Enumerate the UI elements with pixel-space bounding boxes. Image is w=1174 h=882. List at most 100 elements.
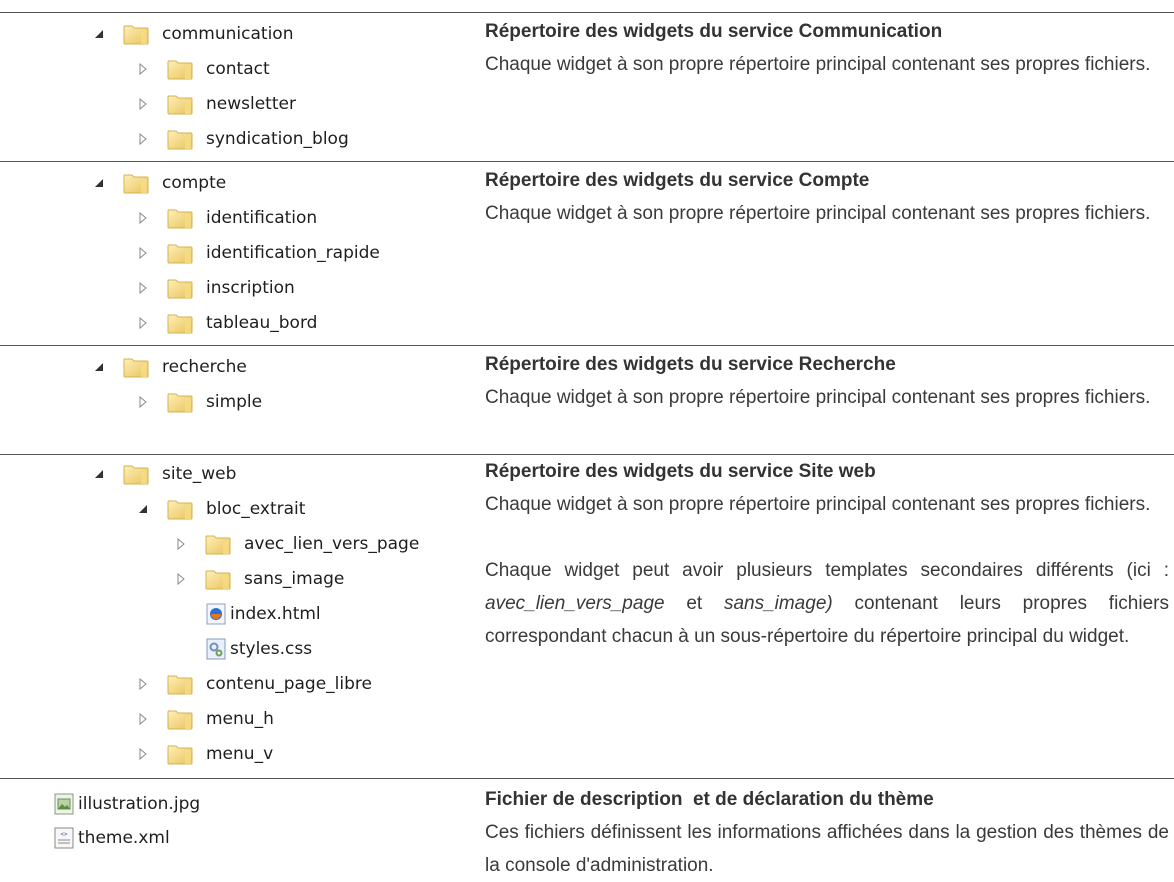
folder-icon [122,356,150,378]
section-title: Fichier de description et de déclaration… [485,789,934,810]
collapsed-triangle-icon[interactable] [136,246,150,260]
tree-node-identification[interactable]: identification [136,203,317,233]
section-title: Répertoire des widgets du service Commun… [485,21,943,42]
tree-node-sans-image[interactable]: sans_image [174,564,344,594]
tree-node-label: illustration.jpg [78,794,201,814]
tree-file-styles-css[interactable]: styles.css [206,634,312,664]
collapsed-triangle-icon[interactable] [174,572,188,586]
expanded-triangle-icon[interactable] [92,176,106,190]
tree-node-simple[interactable]: simple [136,387,262,417]
section-body: Chaque widget à son propre répertoire pr… [485,494,1151,515]
tree-recherche: recherche simple [0,346,470,454]
tree-node-contact[interactable]: contact [136,54,270,84]
html-file-icon [206,603,226,625]
section-title: Répertoire des widgets du service Site w… [485,461,876,482]
expanded-triangle-icon[interactable] [136,502,150,516]
tree-node-label: newsletter [206,94,296,114]
collapsed-triangle-icon[interactable] [136,677,150,691]
collapsed-triangle-icon[interactable] [136,747,150,761]
section-site-web: site_web bloc_extrait avec_lien_vers_pag… [0,454,1174,778]
tree-node-compte[interactable]: compte [92,168,226,198]
tree-node-label: compte [162,173,227,193]
tree-site-web: site_web bloc_extrait avec_lien_vers_pag… [0,455,470,778]
collapsed-triangle-icon[interactable] [136,712,150,726]
tree-node-communication[interactable]: communication [92,19,293,49]
expanded-triangle-icon[interactable] [92,27,106,41]
section-title: Répertoire des widgets du service Recher… [485,354,896,375]
tree-node-site-web[interactable]: site_web [92,459,236,489]
tree-node-menu-v[interactable]: menu_v [136,739,273,769]
tree-node-label: sans_image [244,569,345,589]
folder-icon [166,93,194,115]
expanded-triangle-icon[interactable] [92,360,106,374]
tree-node-bloc-extrait[interactable]: bloc_extrait [136,494,305,524]
collapsed-triangle-icon[interactable] [136,281,150,295]
folder-icon [122,172,150,194]
tree-theme-files: illustration.jpg <> theme.xml [0,779,470,881]
tree-node-label: index.html [230,604,321,624]
tree-file-illustration-jpg[interactable]: illustration.jpg [54,789,200,819]
tree-node-label: communication [162,24,294,44]
folder-icon [166,391,194,413]
description-communication: Répertoire des widgets du service Commun… [485,15,1169,81]
tree-node-inscription[interactable]: inscription [136,273,295,303]
tree-communication: communication contact newsletter syndica… [0,13,470,161]
collapsed-triangle-icon[interactable] [136,62,150,76]
folder-icon [122,463,150,485]
tree-node-label: simple [206,392,263,412]
section-theme-files: illustration.jpg <> theme.xml Fichier de… [0,778,1174,881]
collapsed-triangle-icon[interactable] [136,132,150,146]
css-file-icon [206,638,226,660]
expanded-triangle-icon[interactable] [92,467,106,481]
tree-node-label: avec_lien_vers_page [244,534,420,554]
folder-icon [166,708,194,730]
folder-icon [166,743,194,765]
folder-icon [122,23,150,45]
description-theme-files: Fichier de description et de déclaration… [485,783,1169,882]
svg-text:<>: <> [60,831,68,838]
tree-node-syndication-blog[interactable]: syndication_blog [136,124,349,154]
section-title: Répertoire des widgets du service Compte [485,170,870,191]
collapsed-triangle-icon[interactable] [136,395,150,409]
tree-node-tableau-bord[interactable]: tableau_bord [136,308,317,338]
folder-icon [166,277,194,299]
tree-node-label: styles.css [230,639,313,659]
image-file-icon [54,793,74,815]
section-recherche: recherche simple Répertoire des widgets … [0,345,1174,454]
tree-node-label: identification [206,208,318,228]
tree-node-label: menu_v [206,744,274,764]
collapsed-triangle-icon[interactable] [136,316,150,330]
tree-node-label: tableau_bord [206,313,318,333]
tree-node-label: contenu_page_libre [206,674,372,694]
section-body-templates: Chaque widget peut avoir plusieurs templ… [485,554,1169,653]
description-site-web: Répertoire des widgets du service Site w… [485,455,1169,653]
folder-icon [166,673,194,695]
collapsed-triangle-icon[interactable] [136,211,150,225]
tree-node-recherche[interactable]: recherche [92,352,247,382]
tree-node-label: theme.xml [78,828,170,848]
template-name-1: avec_lien_vers_page [485,593,665,614]
tree-file-index-html[interactable]: index.html [206,599,321,629]
tree-node-contenu-page-libre[interactable]: contenu_page_libre [136,669,372,699]
tree-node-avec-lien-vers-page[interactable]: avec_lien_vers_page [174,529,419,559]
tree-node-newsletter[interactable]: newsletter [136,89,296,119]
description-compte: Répertoire des widgets du service Compte… [485,164,1169,230]
collapsed-triangle-icon[interactable] [136,97,150,111]
folder-icon [166,498,194,520]
folder-icon [166,312,194,334]
tree-node-label: syndication_blog [206,129,349,149]
collapsed-triangle-icon[interactable] [174,537,188,551]
folder-icon [166,207,194,229]
description-recherche: Répertoire des widgets du service Recher… [485,348,1169,414]
tree-node-label: site_web [162,464,237,484]
tree-node-menu-h[interactable]: menu_h [136,704,274,734]
tree-node-label: contact [206,59,270,79]
xml-file-icon: <> [54,827,74,849]
section-body: Chaque widget à son propre répertoire pr… [485,387,1151,408]
tree-file-theme-xml[interactable]: <> theme.xml [54,823,170,853]
folder-icon [204,568,232,590]
section-body: Chaque widget à son propre répertoire pr… [485,203,1151,224]
tree-node-identification-rapide[interactable]: identification_rapide [136,238,380,268]
folder-icon [166,128,194,150]
folder-icon [166,242,194,264]
